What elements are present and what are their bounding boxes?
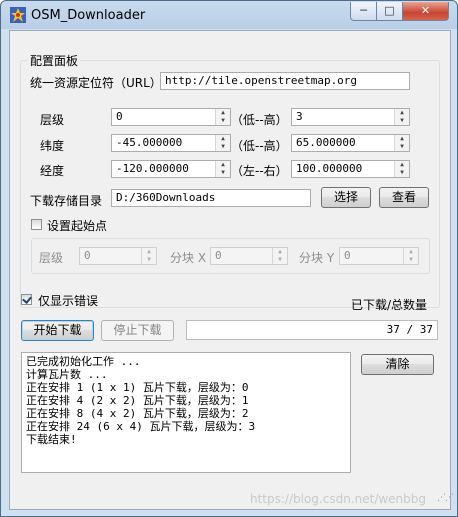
tile-x-input: 0 ▲ ▼ — [210, 247, 288, 265]
spin-down-icon[interactable]: ▼ — [216, 117, 230, 125]
download-dir-input[interactable]: D:/360Downloads — [111, 189, 311, 207]
log-line: 正在安排 4 (2 x 2) 瓦片下载，层级为：1 — [26, 394, 249, 407]
title-bar[interactable]: OSM_Downloader ─ □ ✕ — [1, 1, 457, 29]
start-level-label: 层级 — [39, 251, 64, 265]
tile-y-label: 分块 Y — [299, 251, 335, 265]
watermark-text: https://blog.csdn.net/wenbbg — [250, 492, 427, 506]
spin-down-icon[interactable]: ▼ — [395, 169, 409, 177]
level-max-value: 3 — [296, 110, 303, 123]
window-title: OSM_Downloader — [31, 8, 146, 23]
stop-download-button: 停止下载 — [101, 320, 174, 341]
longitude-max-input[interactable]: 100.000000 ▲ ▼ — [291, 160, 410, 178]
spin-up-icon[interactable]: ▲ — [395, 161, 409, 169]
client-area: 配置面板 统一资源定位符（URL） http://tile.openstreet… — [9, 30, 454, 510]
latitude-label: 纬度 — [40, 139, 65, 153]
errors-only-label: 仅显示错误 — [38, 294, 99, 308]
start-level-input: 0 ▲ ▼ — [79, 247, 157, 265]
spin-down-icon: ▼ — [147, 256, 151, 263]
longitude-label: 经度 — [40, 164, 65, 178]
longitude-min-input[interactable]: -120.000000 ▲ ▼ — [111, 160, 231, 178]
log-line: 计算瓦片数 ... — [26, 368, 108, 381]
spin-up-icon[interactable]: ▲ — [216, 161, 230, 169]
download-dir-label: 下载存储目录 — [30, 194, 103, 208]
spin-up-icon: ▲ — [147, 248, 151, 255]
spin-down-icon[interactable]: ▼ — [216, 143, 230, 151]
tile-x-spinner: ▲ ▼ — [272, 248, 287, 264]
latitude-max-spinner[interactable]: ▲ ▼ — [394, 135, 409, 151]
latitude-max-input[interactable]: 65.000000 ▲ ▼ — [291, 134, 410, 152]
tile-x-value: 0 — [215, 249, 222, 262]
log-line: 正在安排 1 (1 x 1) 瓦片下载，层级为：0 — [26, 381, 249, 394]
errors-only-checkbox[interactable] — [21, 294, 32, 305]
spin-up-icon[interactable]: ▲ — [216, 109, 230, 117]
log-line: 已完成初始化工作 ... — [26, 355, 141, 368]
spin-up-icon[interactable]: ▲ — [216, 135, 230, 143]
tile-y-value: 0 — [344, 249, 351, 262]
level-max-spinner[interactable]: ▲ ▼ — [394, 109, 409, 125]
longitude-min-value: -120.000000 — [116, 162, 189, 175]
level-min-input[interactable]: 0 ▲ ▼ — [111, 108, 231, 126]
tile-y-spinner: ▲ ▼ — [403, 248, 418, 264]
latitude-max-value: 65.000000 — [296, 136, 356, 149]
spin-up-icon: ▲ — [278, 248, 282, 255]
longitude-range-label: （左--右） — [231, 164, 288, 178]
spin-down-icon[interactable]: ▼ — [395, 117, 409, 125]
log-textbox[interactable]: 已完成初始化工作 ... 计算瓦片数 ... 正在安排 1 (1 x 1) 瓦片下载… — [21, 352, 351, 473]
log-line: 正在安排 8 (4 x 2) 瓦片下载，层级为：2 — [26, 407, 249, 420]
start-level-spinner: ▲ ▼ — [141, 248, 156, 264]
start-level-value: 0 — [84, 249, 91, 262]
url-label: 统一资源定位符（URL） — [30, 76, 162, 90]
close-button[interactable]: ✕ — [402, 2, 449, 21]
spin-down-icon[interactable]: ▼ — [216, 169, 230, 177]
download-progress-bar: 37 / 37 — [186, 320, 438, 340]
resize-grip-icon[interactable]: ⋰⋰ — [437, 493, 454, 503]
level-min-spinner[interactable]: ▲ ▼ — [215, 109, 230, 125]
longitude-max-value: 100.000000 — [296, 162, 363, 175]
clear-log-button[interactable]: 清除 — [361, 354, 434, 375]
progress-count-label: 已下载/总数量 — [351, 298, 428, 312]
progress-text: 37 / 37 — [386, 323, 433, 336]
app-logo-icon — [10, 7, 26, 23]
latitude-range-label: （低--高） — [231, 139, 288, 153]
app-window: OSM_Downloader ─ □ ✕ 配置面板 统一资源定位符（URL） h… — [0, 0, 458, 517]
level-min-value: 0 — [116, 110, 123, 123]
latitude-min-spinner[interactable]: ▲ ▼ — [215, 135, 230, 151]
latitude-min-input[interactable]: -45.000000 ▲ ▼ — [111, 134, 231, 152]
minimize-button[interactable]: ─ — [350, 2, 377, 21]
level-max-input[interactable]: 3 ▲ ▼ — [291, 108, 410, 126]
url-input[interactable]: http://tile.openstreetmap.org — [160, 72, 410, 90]
longitude-min-spinner[interactable]: ▲ ▼ — [215, 161, 230, 177]
set-start-point-checkbox[interactable] — [31, 219, 42, 230]
longitude-max-spinner[interactable]: ▲ ▼ — [394, 161, 409, 177]
log-line: 下载结束! — [26, 433, 77, 446]
log-line: 正在安排 24 (6 x 4) 瓦片下载，层级为：3 — [26, 420, 256, 433]
start-download-button[interactable]: 开始下载 — [21, 320, 94, 341]
latitude-min-value: -45.000000 — [116, 136, 183, 149]
spin-down-icon: ▼ — [409, 256, 413, 263]
set-start-point-label: 设置起始点 — [47, 219, 108, 233]
spin-down-icon[interactable]: ▼ — [395, 143, 409, 151]
spin-up-icon[interactable]: ▲ — [395, 109, 409, 117]
maximize-button[interactable]: □ — [376, 2, 403, 21]
level-range-label: （低--高） — [231, 113, 288, 127]
tile-x-label: 分块 X — [170, 251, 207, 265]
view-dir-button[interactable]: 查看 — [379, 187, 429, 208]
level-label: 层级 — [40, 113, 65, 127]
tile-y-input: 0 ▲ ▼ — [339, 247, 419, 265]
spin-up-icon[interactable]: ▲ — [395, 135, 409, 143]
config-panel-title: 配置面板 — [28, 52, 81, 69]
select-dir-button[interactable]: 选择 — [321, 187, 371, 208]
spin-down-icon: ▼ — [278, 256, 282, 263]
spin-up-icon: ▲ — [409, 248, 413, 255]
